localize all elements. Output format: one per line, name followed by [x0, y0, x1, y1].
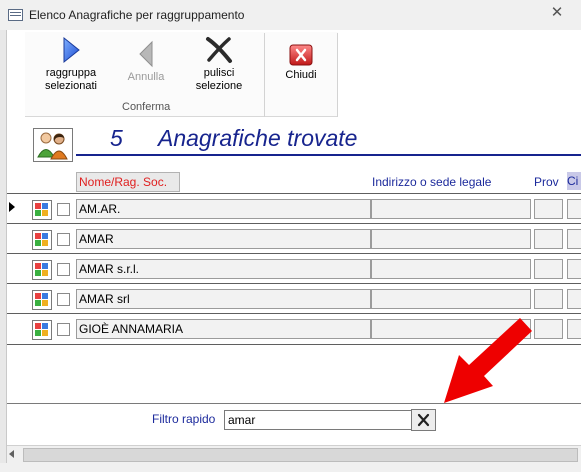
- address-cell[interactable]: [371, 199, 531, 219]
- name-cell[interactable]: AM.AR.: [76, 199, 371, 219]
- row-checkbox[interactable]: [57, 203, 70, 216]
- ci-cell[interactable]: [567, 319, 581, 339]
- chiudi-button[interactable]: Chiudi: [276, 44, 326, 82]
- column-header-ci: Ci: [567, 172, 581, 190]
- people-icon: [33, 128, 73, 162]
- title-bar: Elenco Anagrafiche per raggruppamento ✕: [0, 0, 581, 31]
- table-row[interactable]: AMAR: [7, 223, 581, 254]
- ci-cell[interactable]: [567, 199, 581, 219]
- name-cell[interactable]: AMAR srl: [76, 289, 371, 309]
- pulisci-label-2: selezione: [195, 80, 243, 92]
- raggruppa-label-1: raggruppa: [45, 67, 97, 79]
- clear-filter-button[interactable]: [411, 409, 436, 431]
- window-title: Elenco Anagrafiche per raggruppamento: [29, 8, 245, 22]
- play-arrow-icon: [63, 36, 80, 64]
- address-cell[interactable]: [371, 259, 531, 279]
- ribbon-separator: [337, 33, 338, 117]
- back-arrow-icon: [139, 40, 153, 68]
- table-row[interactable]: AMAR srl: [7, 283, 581, 314]
- record-selector-bar: [0, 30, 7, 472]
- results-label: Anagrafiche trovate: [158, 125, 358, 151]
- prov-cell[interactable]: [534, 319, 563, 339]
- row-checkbox[interactable]: [57, 263, 70, 276]
- clear-x-icon: [417, 413, 430, 427]
- raggruppa-selezionati-button[interactable]: raggruppa selezionati: [34, 36, 108, 93]
- pulisci-selezione-button[interactable]: pulisci selezione: [188, 36, 250, 93]
- ci-cell[interactable]: [567, 289, 581, 309]
- prov-cell[interactable]: [534, 229, 563, 249]
- ribbon-group-label: Conferma: [122, 101, 171, 113]
- table-row[interactable]: AMAR s.r.l.: [7, 253, 581, 284]
- record-grid-icon[interactable]: [32, 230, 52, 250]
- record-grid-icon[interactable]: [32, 320, 52, 340]
- row-checkbox[interactable]: [57, 293, 70, 306]
- footer-divider: [7, 403, 581, 404]
- close-red-icon: [289, 44, 313, 66]
- results-count: 5: [110, 125, 123, 151]
- prov-cell[interactable]: [534, 289, 563, 309]
- ci-cell[interactable]: [567, 259, 581, 279]
- scroll-left-icon[interactable]: [9, 450, 14, 458]
- address-cell[interactable]: [371, 229, 531, 249]
- status-strip: [0, 463, 581, 472]
- column-header-prov: Prov: [534, 175, 559, 189]
- form-icon: [8, 9, 23, 21]
- row-checkbox[interactable]: [57, 233, 70, 246]
- record-grid-icon[interactable]: [32, 290, 52, 310]
- record-grid-icon[interactable]: [32, 260, 52, 280]
- x-mark-icon: [206, 37, 232, 63]
- address-cell[interactable]: [371, 289, 531, 309]
- ribbon-separator: [264, 33, 265, 117]
- annulla-button[interactable]: Annulla: [118, 40, 174, 84]
- column-header-nome[interactable]: Nome/Rag. Soc.: [76, 172, 180, 192]
- row-checkbox[interactable]: [57, 323, 70, 336]
- prov-cell[interactable]: [534, 199, 563, 219]
- prov-cell[interactable]: [534, 259, 563, 279]
- raggruppa-label-2: selezionati: [45, 80, 97, 92]
- record-grid-icon[interactable]: [32, 200, 52, 220]
- pulisci-label-1: pulisci: [203, 67, 235, 79]
- scrollbar-thumb[interactable]: [23, 448, 578, 462]
- ci-cell[interactable]: [567, 229, 581, 249]
- table-row[interactable]: AM.AR.: [7, 193, 581, 224]
- filter-label: Filtro rapido: [152, 412, 216, 426]
- horizontal-scrollbar[interactable]: [7, 445, 581, 463]
- current-record-icon: [9, 202, 15, 212]
- chiudi-label: Chiudi: [285, 69, 317, 81]
- header-divider: [76, 154, 581, 156]
- name-cell[interactable]: AMAR: [76, 229, 371, 249]
- column-header-indirizzo: Indirizzo o sede legale: [372, 175, 492, 189]
- window-close-button[interactable]: ✕: [545, 3, 569, 21]
- annulla-label: Annulla: [127, 71, 165, 83]
- red-arrow-annotation: [444, 318, 532, 403]
- quick-filter-input[interactable]: [224, 410, 414, 430]
- name-cell[interactable]: AMAR s.r.l.: [76, 259, 371, 279]
- name-cell[interactable]: GIOÈ ANNAMARIA: [76, 319, 371, 339]
